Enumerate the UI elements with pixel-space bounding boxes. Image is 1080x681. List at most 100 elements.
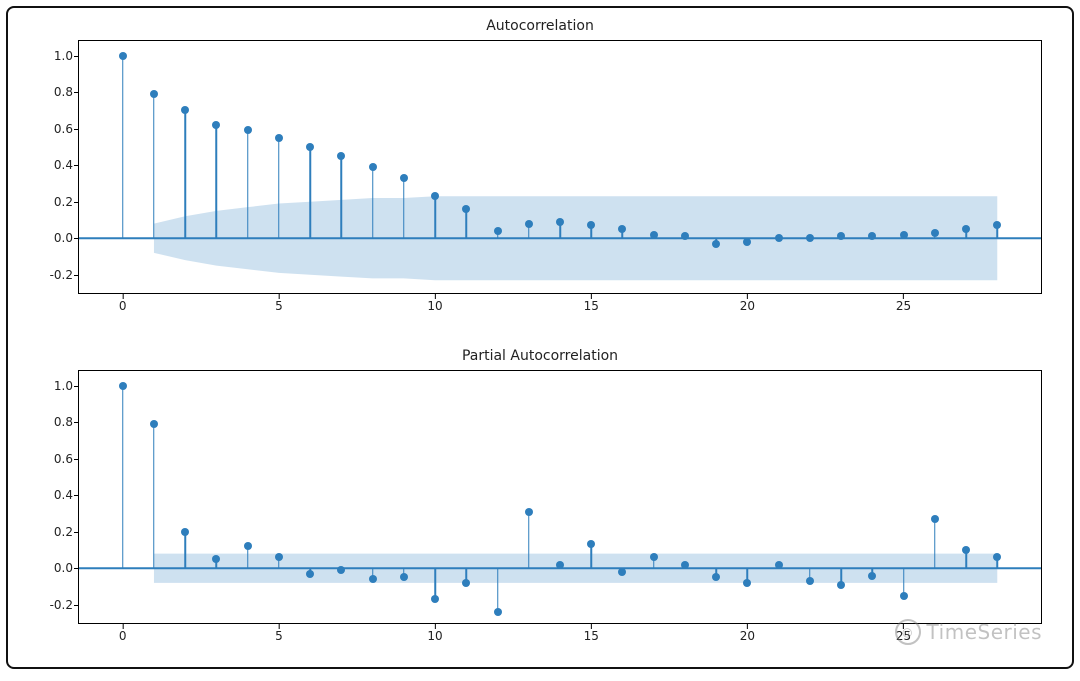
stem-marker	[993, 553, 1001, 561]
stem	[309, 147, 311, 238]
stem-marker	[587, 540, 595, 548]
stem-marker	[556, 218, 564, 226]
y-tick-label: 0.2	[33, 525, 73, 539]
stem-marker	[431, 595, 439, 603]
stem-marker	[212, 121, 220, 129]
y-tick-label: 0.8	[33, 415, 73, 429]
stem	[434, 196, 436, 238]
stem-marker	[618, 568, 626, 576]
x-tick-label: 0	[119, 299, 127, 313]
stem-marker	[181, 528, 189, 536]
stem-marker	[525, 508, 533, 516]
acf-stems	[79, 41, 1041, 293]
watermark: ◎ TimeSeries	[895, 619, 1042, 645]
x-tick-label: 15	[584, 299, 599, 313]
stem	[153, 94, 155, 238]
stem-marker	[743, 579, 751, 587]
stem-marker	[868, 232, 876, 240]
stem-marker	[150, 90, 158, 98]
acf-axes: -0.20.00.20.40.60.81.00510152025	[78, 40, 1042, 294]
stem	[122, 56, 124, 239]
stem	[341, 156, 343, 238]
watermark-text: TimeSeries	[927, 620, 1042, 644]
x-tick-label: 20	[740, 299, 755, 313]
stem-marker	[650, 553, 658, 561]
y-tick-label: 0.4	[33, 488, 73, 502]
stem-marker	[900, 231, 908, 239]
stem-marker	[494, 608, 502, 616]
stem	[403, 178, 405, 238]
pacf-title: Partial Autocorrelation	[28, 348, 1052, 366]
stem-marker	[181, 106, 189, 114]
pacf-stems	[79, 371, 1041, 623]
stem-marker	[712, 240, 720, 248]
stem	[372, 167, 374, 238]
y-tick-label: 1.0	[33, 49, 73, 63]
stem-marker	[587, 221, 595, 229]
stem-marker	[306, 143, 314, 151]
stem-marker	[900, 592, 908, 600]
stem-marker	[275, 134, 283, 142]
figure-area: Autocorrelation -0.20.00.20.40.60.81.005…	[28, 18, 1052, 657]
figure-frame: Autocorrelation -0.20.00.20.40.60.81.005…	[6, 6, 1074, 669]
y-tick-label: -0.2	[33, 268, 73, 282]
y-tick-label: 0.0	[33, 231, 73, 245]
stem-marker	[494, 227, 502, 235]
stem	[497, 568, 499, 612]
y-tick-label: 0.6	[33, 122, 73, 136]
y-tick-label: 0.0	[33, 561, 73, 575]
stem	[247, 130, 249, 238]
stem-marker	[962, 546, 970, 554]
stem-marker	[244, 542, 252, 550]
x-tick-label: 0	[119, 629, 127, 643]
stem-marker	[618, 225, 626, 233]
stem-marker	[369, 163, 377, 171]
stem-marker	[806, 577, 814, 585]
stem	[216, 125, 218, 238]
x-tick-label: 25	[896, 299, 911, 313]
stem	[466, 209, 468, 238]
pacf-subplot: Partial Autocorrelation -0.20.00.20.40.6…	[28, 348, 1052, 648]
stem-marker	[119, 52, 127, 60]
stem-marker	[306, 570, 314, 578]
stem-marker	[369, 575, 377, 583]
stem-marker	[119, 382, 127, 390]
stem-marker	[775, 561, 783, 569]
stem-marker	[962, 225, 970, 233]
stem	[153, 424, 155, 568]
stem-marker	[400, 573, 408, 581]
x-tick-label: 5	[275, 299, 283, 313]
stem	[934, 519, 936, 568]
stem-marker	[212, 555, 220, 563]
x-tick-label: 15	[584, 629, 599, 643]
x-tick-label: 10	[427, 299, 442, 313]
stem-marker	[400, 174, 408, 182]
stem-marker	[462, 205, 470, 213]
stem-marker	[837, 581, 845, 589]
stem-marker	[337, 152, 345, 160]
stem	[122, 386, 124, 569]
y-tick-label: 0.4	[33, 158, 73, 172]
stem-marker	[681, 561, 689, 569]
stem-marker	[837, 232, 845, 240]
stem-marker	[244, 126, 252, 134]
acf-title: Autocorrelation	[28, 18, 1052, 36]
stem-marker	[556, 561, 564, 569]
y-tick-label: 0.6	[33, 452, 73, 466]
stem-marker	[712, 573, 720, 581]
stem-marker	[525, 220, 533, 228]
watermark-icon: ◎	[895, 619, 921, 645]
stem-marker	[337, 566, 345, 574]
stem	[184, 110, 186, 238]
stem-marker	[993, 221, 1001, 229]
stem-marker	[150, 420, 158, 428]
x-tick-label: 5	[275, 629, 283, 643]
x-tick-label: 10	[427, 629, 442, 643]
stem	[184, 532, 186, 569]
stem-marker	[868, 572, 876, 580]
stem-marker	[275, 553, 283, 561]
stem-marker	[775, 234, 783, 242]
y-tick-label: -0.2	[33, 598, 73, 612]
pacf-axes: -0.20.00.20.40.60.81.00510152025	[78, 370, 1042, 624]
stem-marker	[650, 231, 658, 239]
